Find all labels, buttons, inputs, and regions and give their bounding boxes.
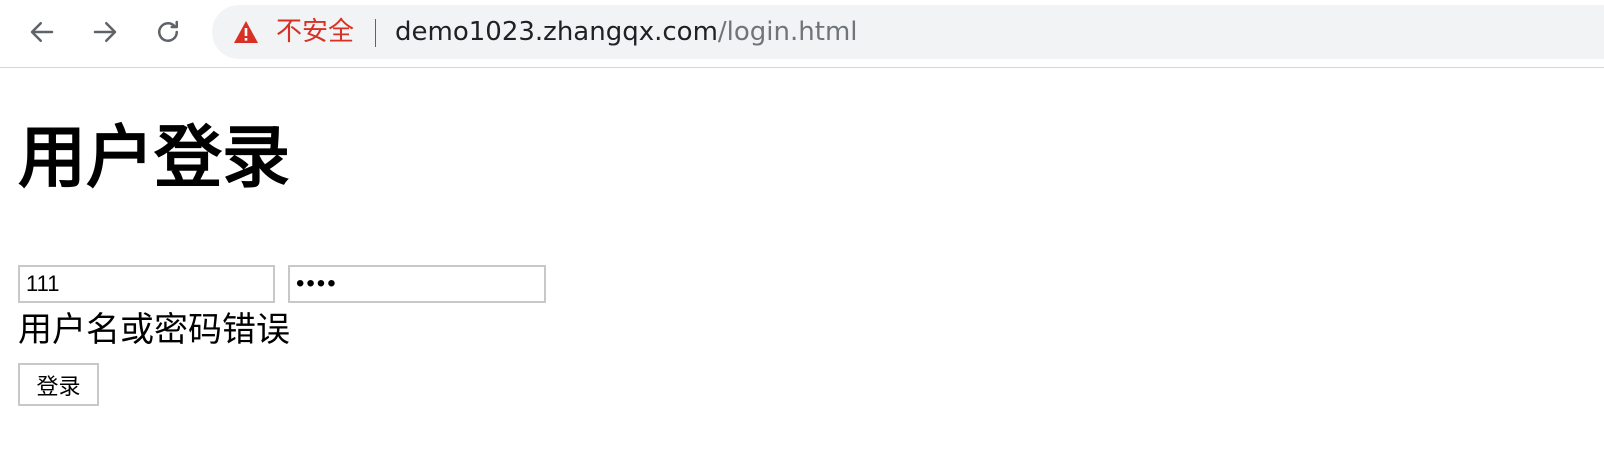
page-title: 用户登录 — [18, 119, 291, 198]
warning-triangle-icon[interactable] — [232, 19, 260, 45]
login-button[interactable]: 登录 — [18, 363, 99, 406]
omnibox-divider — [375, 19, 376, 47]
reload-icon — [158, 20, 178, 42]
username-input[interactable] — [18, 265, 275, 303]
security-label[interactable]: 不安全 — [276, 17, 354, 47]
error-message: 用户名或密码错误 — [18, 310, 290, 350]
forward-button[interactable] — [85, 12, 125, 52]
arrow-right-icon — [93, 22, 117, 42]
reload-button[interactable] — [148, 12, 188, 52]
back-button[interactable] — [22, 12, 62, 52]
page-content: 用户登录 用户名或密码错误 登录 — [0, 69, 1604, 458]
browser-toolbar: 不安全 demo1023.zhangqx.com/login.html — [0, 0, 1604, 68]
url-text[interactable]: demo1023.zhangqx.com/login.html — [395, 17, 858, 47]
password-input[interactable] — [288, 265, 546, 303]
url-host: demo1023.zhangqx.com — [395, 17, 718, 47]
arrow-left-icon — [30, 22, 54, 42]
address-bar[interactable]: 不安全 demo1023.zhangqx.com/login.html — [212, 5, 1604, 59]
url-path: /login.html — [717, 17, 858, 47]
